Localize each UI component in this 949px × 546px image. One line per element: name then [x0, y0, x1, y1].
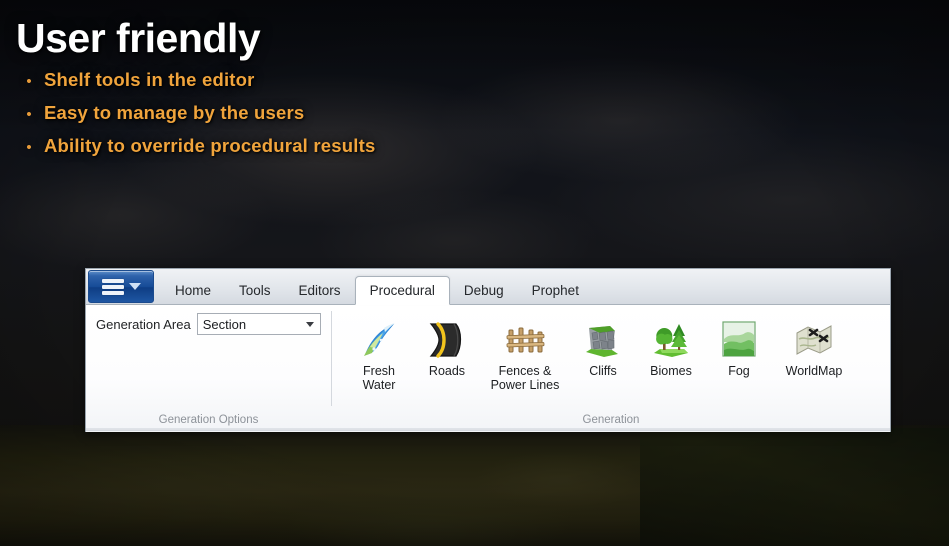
fog-icon	[718, 319, 760, 361]
button-cliffs[interactable]: Cliffs	[570, 315, 636, 380]
fences-power-lines-icon	[504, 319, 546, 361]
tab-prophet[interactable]: Prophet	[518, 277, 593, 304]
worldmap-icon	[793, 319, 835, 361]
button-label: Fog	[728, 364, 750, 378]
ribbon-window: Home Tools Editors Procedural Debug Prop…	[85, 268, 891, 432]
roads-icon	[426, 319, 468, 361]
group-generation-options: Generation Area Section Generation Optio…	[86, 305, 331, 432]
tab-procedural[interactable]: Procedural	[354, 276, 450, 305]
group-label-generation-options: Generation Options	[158, 414, 259, 426]
button-label: Roads	[428, 364, 466, 378]
presentation-slide: User friendly • Shelf tools in the edito…	[0, 0, 949, 546]
tab-tools[interactable]: Tools	[225, 277, 285, 304]
button-label: Cliffs	[589, 364, 617, 378]
tab-debug[interactable]: Debug	[450, 277, 518, 304]
chevron-down-icon	[128, 283, 141, 290]
bullet-marker-icon: •	[26, 139, 32, 156]
button-roads[interactable]: Roads	[414, 315, 480, 380]
bullet-marker-icon: •	[26, 106, 32, 123]
generation-area-value: Section	[202, 316, 247, 332]
ribbon-bottom-edge	[86, 428, 890, 431]
button-label: WorldMap	[785, 364, 843, 378]
bullet-text: Easy to manage by the users	[44, 102, 305, 123]
background-ridge	[640, 428, 949, 546]
tab-editors[interactable]: Editors	[285, 277, 355, 304]
list-item: • Ability to override procedural results	[14, 135, 654, 168]
button-label: Biomes	[650, 364, 692, 378]
list-item: • Easy to manage by the users	[14, 102, 654, 135]
generation-gallery: Fresh Water Roads Fences & Power Lines C…	[346, 313, 890, 394]
cliffs-icon	[582, 319, 624, 361]
application-menu-button[interactable]	[88, 270, 154, 303]
ribbon-content: Generation Area Section Generation Optio…	[86, 305, 890, 432]
button-worldmap[interactable]: WorldMap	[774, 315, 854, 380]
bullet-text: Shelf tools in the editor	[44, 69, 255, 90]
fresh-water-icon	[358, 319, 400, 361]
bullet-marker-icon: •	[26, 73, 32, 90]
button-label: Fences & Power Lines	[490, 364, 560, 392]
group-label-generation: Generation	[582, 414, 640, 426]
bullet-list: • Shelf tools in the editor • Easy to ma…	[14, 69, 654, 168]
button-label: Fresh Water	[362, 364, 396, 392]
menu-lines-icon	[101, 278, 124, 295]
bullet-text: Ability to override procedural results	[44, 135, 376, 156]
button-fences-power-lines[interactable]: Fences & Power Lines	[482, 315, 568, 394]
button-fog[interactable]: Fog	[706, 315, 772, 380]
generation-area-select[interactable]: Section	[196, 313, 321, 335]
generation-area-label: Generation Area	[96, 316, 191, 332]
generation-area-field: Generation Area Section	[96, 313, 331, 335]
biomes-icon	[650, 319, 692, 361]
button-fresh-water[interactable]: Fresh Water	[346, 315, 412, 394]
tab-home[interactable]: Home	[161, 277, 225, 304]
slide-title: User friendly	[16, 15, 261, 61]
button-biomes[interactable]: Biomes	[638, 315, 704, 380]
group-generation: Fresh Water Roads Fences & Power Lines C…	[332, 305, 890, 432]
chevron-down-icon	[305, 322, 314, 327]
ribbon-tab-strip: Home Tools Editors Procedural Debug Prop…	[86, 269, 890, 305]
list-item: • Shelf tools in the editor	[14, 69, 654, 102]
